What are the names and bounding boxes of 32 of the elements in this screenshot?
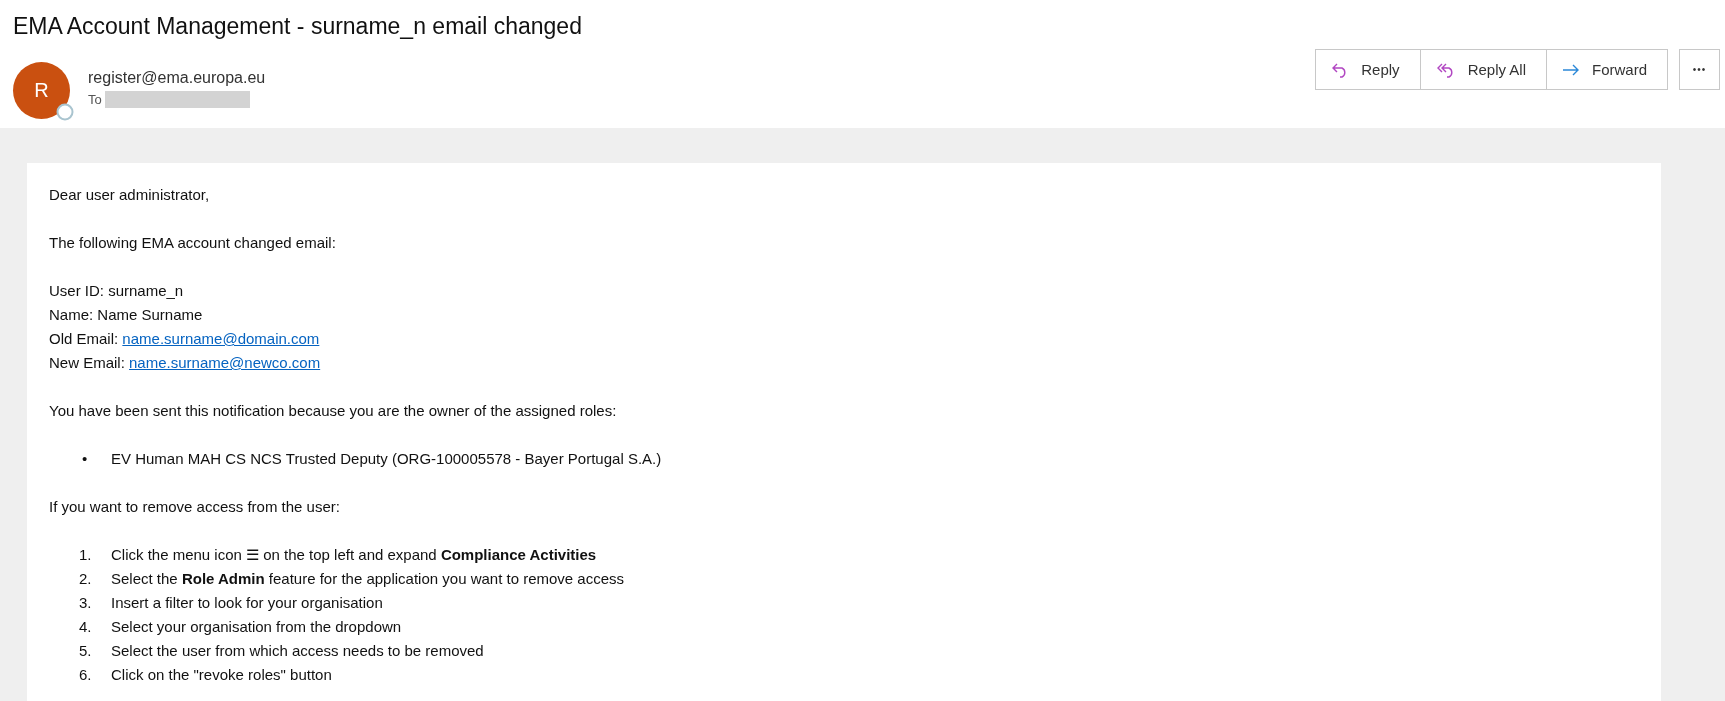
sender-address[interactable]: register@ema.europa.eu xyxy=(88,67,266,89)
email-link[interactable]: name.surname@newco.com xyxy=(129,354,321,371)
role-item: EV Human MAH CS NCS Trusted Deputy (ORG-100005578 - Bayer Portugal S.A.) xyxy=(111,449,662,469)
step-text: Select the user from which access needs to be removed xyxy=(111,641,484,661)
step-text: Insert a filter to look for your organisation xyxy=(111,593,383,613)
body-text: If you want to remove access from the user: xyxy=(49,498,340,515)
step-number: 4. xyxy=(79,617,93,637)
more-actions-button[interactable]: ••• xyxy=(1679,49,1720,90)
step-text: Click on the "revoke roles" button xyxy=(111,665,332,685)
detail-line: User ID: surname_n xyxy=(49,282,184,299)
detail-line: Old Email: name.surname@domain.com xyxy=(49,330,320,347)
sender-avatar: R xyxy=(13,62,70,119)
reply-all-arrow-icon xyxy=(1435,61,1456,78)
email-link[interactable]: name.surname@domain.com xyxy=(122,330,320,347)
body-text: You have been sent this notification because you are the owner of the assigned roles: xyxy=(49,402,617,419)
step-number: 1. xyxy=(79,545,93,565)
step-number: 2. xyxy=(79,569,93,589)
forward-arrow-icon xyxy=(1562,62,1580,77)
recipient-label: To xyxy=(88,92,102,107)
step-number: 5. xyxy=(79,641,93,661)
detail-line: Name: Name Surname xyxy=(49,306,203,323)
step-text: Select the Role Admin feature for the application you want to remove access xyxy=(111,569,625,589)
presence-status-icon xyxy=(56,103,74,121)
body-text: The following EMA account changed email: xyxy=(49,234,336,251)
body-text: Dear user administrator, xyxy=(49,186,210,203)
step-number: 3. xyxy=(79,593,93,613)
step-text: Click the menu icon ☰ on the top left and expand Compliance Activities xyxy=(111,545,597,565)
step-number: 6. xyxy=(79,665,93,685)
bullet-marker: • xyxy=(81,449,89,469)
step-text: Select your organisation from the dropdown xyxy=(111,617,402,637)
email-subject: EMA Account Management - surname_n email changed xyxy=(13,12,583,41)
detail-line: New Email: name.surname@newco.com xyxy=(49,354,321,371)
